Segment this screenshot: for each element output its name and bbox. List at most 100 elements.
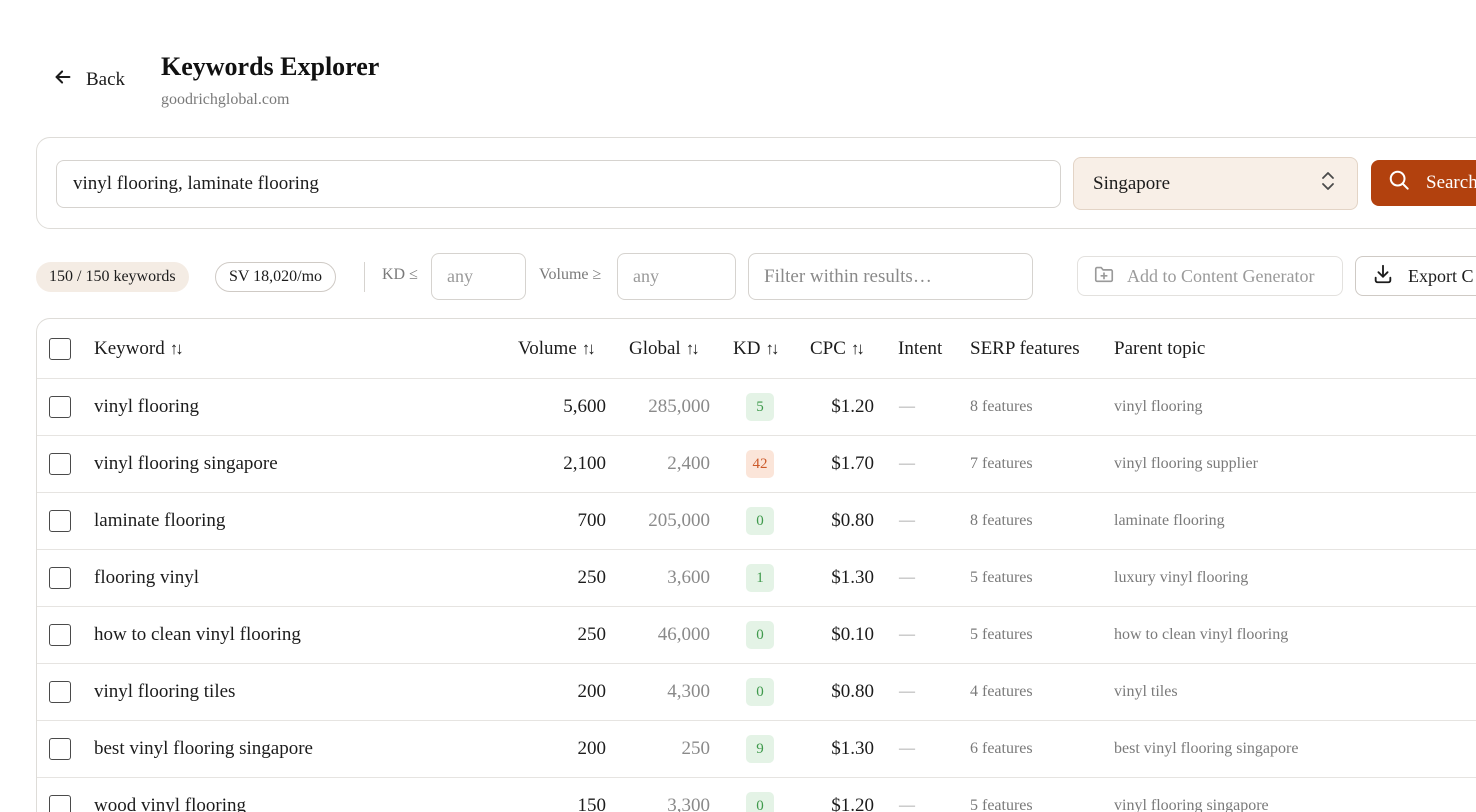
kd-cell: 1 [739, 550, 781, 606]
global-volume-cell: 3,600 [667, 567, 710, 588]
column-header-keyword[interactable]: Keyword ↑↓ [94, 319, 184, 378]
keyword-cell[interactable]: vinyl flooring singapore [94, 436, 278, 492]
table-row[interactable]: wood vinyl flooring 150 3,300 0 $1.20 — 5 feat… [37, 778, 1476, 812]
back-button[interactable]: Back [52, 66, 125, 94]
parent-topic-cell[interactable]: vinyl flooring [1114, 379, 1202, 435]
table-row[interactable]: vinyl flooring 5,600 285,000 5 $1.20 — 8 featu… [37, 379, 1476, 436]
parent-topic-cell[interactable]: laminate flooring [1114, 493, 1225, 549]
keyword-count-badge: 150 / 150 keywords [36, 262, 189, 292]
kd-cell: 0 [739, 664, 781, 720]
sort-icon: ↑↓ [169, 338, 184, 358]
parent-topic-cell[interactable]: best vinyl flooring singapore [1114, 721, 1298, 777]
table-row[interactable]: laminate flooring 700 205,000 0 $0.80 — 8 feat… [37, 493, 1476, 550]
column-header-kd[interactable]: KD ↑↓ [733, 319, 779, 378]
parent-topic-cell[interactable]: how to clean vinyl flooring [1114, 607, 1288, 663]
table-row[interactable]: how to clean vinyl flooring 250 46,000 0 $0.… [37, 607, 1476, 664]
volume-filter-label: Volume ≥ [539, 266, 602, 283]
column-header-serp-features: SERP features [970, 337, 1080, 359]
global-volume-cell: 285,000 [648, 396, 710, 417]
parent-topic-cell[interactable]: vinyl tiles [1114, 664, 1178, 720]
country-select[interactable]: Singapore [1073, 157, 1358, 210]
keywords-input[interactable]: vinyl flooring, laminate flooring [56, 160, 1061, 208]
add-to-content-generator-button[interactable]: Add to Content Generator [1077, 256, 1343, 296]
row-checkbox[interactable] [49, 681, 71, 703]
kd-badge: 9 [746, 735, 774, 763]
kd-filter-label: KD ≤ [382, 266, 418, 283]
arrow-left-icon [52, 66, 74, 94]
search-button[interactable]: Search [1371, 160, 1476, 206]
filter-results-input[interactable]: Filter within results… [748, 253, 1033, 300]
row-checkbox[interactable] [49, 624, 71, 646]
export-button[interactable]: Export C [1355, 256, 1476, 296]
sort-icon: ↑↓ [685, 338, 700, 358]
kd-max-input[interactable]: any [431, 253, 526, 300]
serp-features-cell[interactable]: 6 features [970, 721, 1033, 777]
cpc-cell: $1.30 [831, 567, 874, 588]
intent-cell: — [899, 398, 915, 415]
volume-min-input[interactable]: any [617, 253, 736, 300]
serp-features-cell[interactable]: 5 features [970, 607, 1033, 663]
parent-topic-cell[interactable]: vinyl flooring supplier [1114, 436, 1258, 492]
global-volume-cell: 3,300 [667, 795, 710, 812]
select-all-checkbox[interactable] [49, 337, 71, 360]
search-button-label: Search [1426, 172, 1476, 193]
filter-divider [364, 262, 365, 292]
row-checkbox[interactable] [49, 510, 71, 532]
column-header-global[interactable]: Global ↑↓ [629, 319, 700, 378]
cpc-cell: $0.80 [831, 681, 874, 702]
global-volume-cell: 250 [681, 738, 711, 759]
intent-cell: — [899, 797, 915, 812]
row-checkbox[interactable] [49, 738, 71, 760]
serp-features-cell[interactable]: 5 features [970, 550, 1033, 606]
column-header-parent-topic: Parent topic [1114, 337, 1206, 359]
table-row[interactable]: vinyl flooring singapore 2,100 2,400 42 $1.7… [37, 436, 1476, 493]
cpc-cell: $1.70 [831, 453, 874, 474]
serp-features-cell[interactable]: 5 features [970, 778, 1033, 812]
row-checkbox[interactable] [49, 795, 71, 812]
kd-cell: 9 [739, 721, 781, 777]
keyword-cell[interactable]: best vinyl flooring singapore [94, 721, 313, 777]
table-row[interactable]: flooring vinyl 250 3,600 1 $1.30 — 5 features l… [37, 550, 1476, 607]
intent-cell: — [899, 455, 915, 472]
row-checkbox[interactable] [49, 453, 71, 475]
parent-topic-cell[interactable]: luxury vinyl flooring [1114, 550, 1248, 606]
serp-features-cell[interactable]: 7 features [970, 436, 1033, 492]
keyword-cell[interactable]: laminate flooring [94, 493, 225, 549]
cpc-cell: $1.20 [831, 396, 874, 417]
serp-features-cell[interactable]: 4 features [970, 664, 1033, 720]
keyword-cell[interactable]: vinyl flooring [94, 379, 199, 435]
kd-badge: 0 [746, 621, 774, 649]
kd-badge: 0 [746, 678, 774, 706]
search-icon [1388, 169, 1410, 197]
intent-cell: — [899, 626, 915, 643]
intent-cell: — [899, 740, 915, 757]
serp-features-cell[interactable]: 8 features [970, 379, 1033, 435]
volume-cell: 700 [577, 510, 607, 531]
parent-topic-cell[interactable]: vinyl flooring singapore [1114, 778, 1269, 812]
keyword-cell[interactable]: flooring vinyl [94, 550, 199, 606]
intent-cell: — [899, 512, 915, 529]
country-value: Singapore [1093, 172, 1171, 194]
search-volume-badge: SV 18,020/mo [215, 262, 337, 292]
page-title: Keywords Explorer [161, 52, 380, 81]
column-header-cpc[interactable]: CPC ↑↓ [810, 319, 865, 378]
table-row[interactable]: best vinyl flooring singapore 200 250 9 $1.3… [37, 721, 1476, 778]
keyword-cell[interactable]: vinyl flooring tiles [94, 664, 235, 720]
table-row[interactable]: vinyl flooring tiles 200 4,300 0 $0.80 — 4 fea… [37, 664, 1476, 721]
column-header-volume[interactable]: Volume ↑↓ [518, 319, 596, 378]
row-checkbox[interactable] [49, 396, 71, 418]
search-card: vinyl flooring, laminate flooring Singap… [36, 137, 1476, 229]
row-checkbox[interactable] [49, 567, 71, 589]
kd-cell: 5 [739, 379, 781, 435]
keyword-cell[interactable]: how to clean vinyl flooring [94, 607, 301, 663]
back-label: Back [86, 69, 126, 90]
sort-icon: ↑↓ [850, 338, 865, 358]
global-volume-cell: 46,000 [657, 624, 710, 645]
global-volume-cell: 205,000 [648, 510, 710, 531]
intent-cell: — [899, 683, 915, 700]
keyword-cell[interactable]: wood vinyl flooring [94, 778, 246, 812]
keywords-explorer-page: Back Keywords Explorer goodrichglobal.co… [0, 0, 1476, 812]
kd-badge: 5 [746, 393, 774, 421]
page-subtitle: goodrichglobal.com [161, 91, 290, 108]
serp-features-cell[interactable]: 8 features [970, 493, 1033, 549]
